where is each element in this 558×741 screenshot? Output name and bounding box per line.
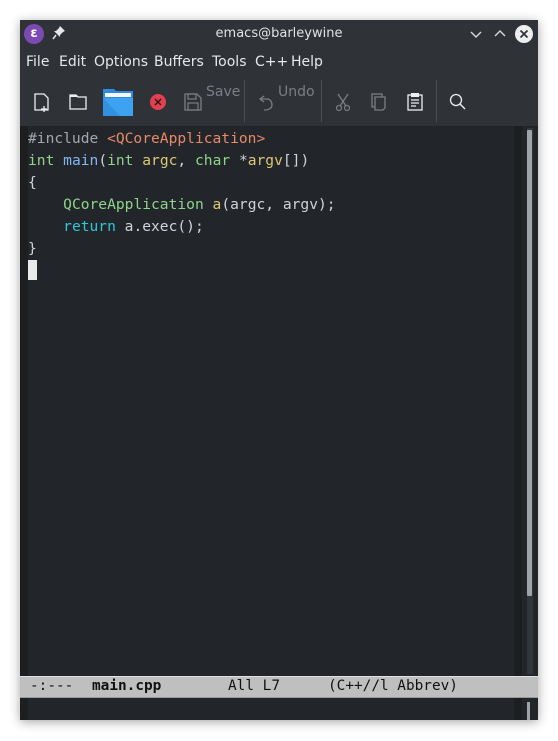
left-fringe — [20, 126, 28, 676]
code-line[interactable]: return a.exec(); — [28, 216, 336, 238]
modeline-position: All L7 — [228, 678, 280, 694]
copy-icon[interactable] — [370, 86, 388, 118]
code-token: main — [63, 152, 99, 169]
code-token: * — [230, 152, 248, 169]
save-icon[interactable] — [184, 86, 202, 118]
code-token: ( — [98, 152, 108, 169]
menu-file[interactable]: File — [26, 54, 49, 70]
vertical-scrollbar[interactable] — [522, 126, 538, 676]
folder-icon[interactable] — [102, 86, 134, 118]
menu-cpp[interactable]: C++ — [255, 54, 288, 70]
toolbar-separator — [321, 80, 322, 122]
code-line[interactable]: #include <QCoreApplication> — [28, 128, 336, 150]
code-token: []) — [282, 152, 310, 169]
scrollbar-thumb[interactable] — [527, 130, 532, 596]
minimize-icon[interactable] — [466, 24, 486, 44]
menu-help[interactable]: Help — [291, 54, 323, 70]
right-fringe — [514, 126, 522, 676]
code-token: a.exec(); — [115, 218, 204, 235]
window-title: emacs@barleywine — [215, 26, 343, 41]
code-line[interactable]: { — [28, 172, 336, 194]
open-folder-icon[interactable] — [68, 86, 88, 118]
text-cursor — [28, 260, 37, 280]
modeline-modes[interactable]: (C++//l Abbrev) — [328, 678, 458, 694]
minibuffer-right-fringe — [514, 698, 522, 720]
minibuffer[interactable] — [20, 698, 538, 720]
search-icon[interactable] — [448, 86, 468, 118]
menu-options[interactable]: Options — [94, 54, 148, 70]
menu-edit[interactable]: Edit — [59, 54, 86, 70]
code-token: argc — [142, 152, 178, 169]
menu-buffers[interactable]: Buffers — [154, 54, 204, 70]
menu-bar: File Edit Options Buffers Tools C++ Help — [20, 48, 538, 76]
minibuffer-scrollbar[interactable] — [527, 702, 530, 720]
code-token: , — [177, 152, 195, 169]
code-token: QCoreApplication — [63, 196, 204, 213]
minibuffer-fringe — [20, 698, 28, 720]
code-line[interactable]: } — [28, 238, 336, 260]
code-token: (argc, argv); — [221, 196, 336, 213]
modeline-status: -:--- — [30, 678, 74, 694]
code-token: argv — [247, 152, 283, 169]
code-token: { — [28, 174, 37, 191]
code-token: int — [28, 152, 55, 169]
code-buffer[interactable]: #include <QCoreApplication> int main(int … — [28, 128, 336, 283]
undo-button[interactable]: Undo — [278, 84, 315, 100]
code-token: #include — [28, 130, 108, 147]
modeline-buffer-name[interactable]: main.cpp — [92, 678, 161, 694]
maximize-icon[interactable] — [490, 24, 510, 44]
close-icon[interactable] — [514, 24, 534, 44]
mode-line[interactable]: -:--- main.cpp All L7 (C++//l Abbrev) — [20, 676, 538, 698]
code-token: int — [107, 152, 134, 169]
code-token: } — [28, 240, 37, 257]
code-line[interactable] — [28, 260, 336, 283]
save-button[interactable]: Save — [206, 84, 240, 100]
code-line[interactable]: QCoreApplication a(argc, argv); — [28, 194, 336, 216]
emacs-window: ε emacs@barleywine File Edit Options Buf… — [20, 20, 538, 720]
code-line[interactable]: int main(int argc, char *argv[]) — [28, 150, 336, 172]
menu-tools[interactable]: Tools — [212, 54, 247, 70]
toolbar-separator — [436, 80, 437, 122]
tool-bar: Save Undo — [20, 76, 538, 126]
code-token: return — [63, 218, 116, 235]
code-token: <QCoreApplication> — [107, 130, 266, 147]
close-circle-icon[interactable] — [148, 86, 168, 118]
scissors-icon[interactable] — [334, 86, 352, 118]
undo-icon[interactable] — [258, 86, 274, 118]
code-token: char — [195, 152, 231, 169]
new-file-icon[interactable] — [32, 86, 52, 118]
toolbar-separator — [244, 80, 245, 122]
title-bar[interactable]: ε emacs@barleywine — [20, 20, 538, 48]
clipboard-icon[interactable] — [406, 86, 424, 118]
editor-area[interactable]: #include <QCoreApplication> int main(int … — [20, 126, 538, 676]
